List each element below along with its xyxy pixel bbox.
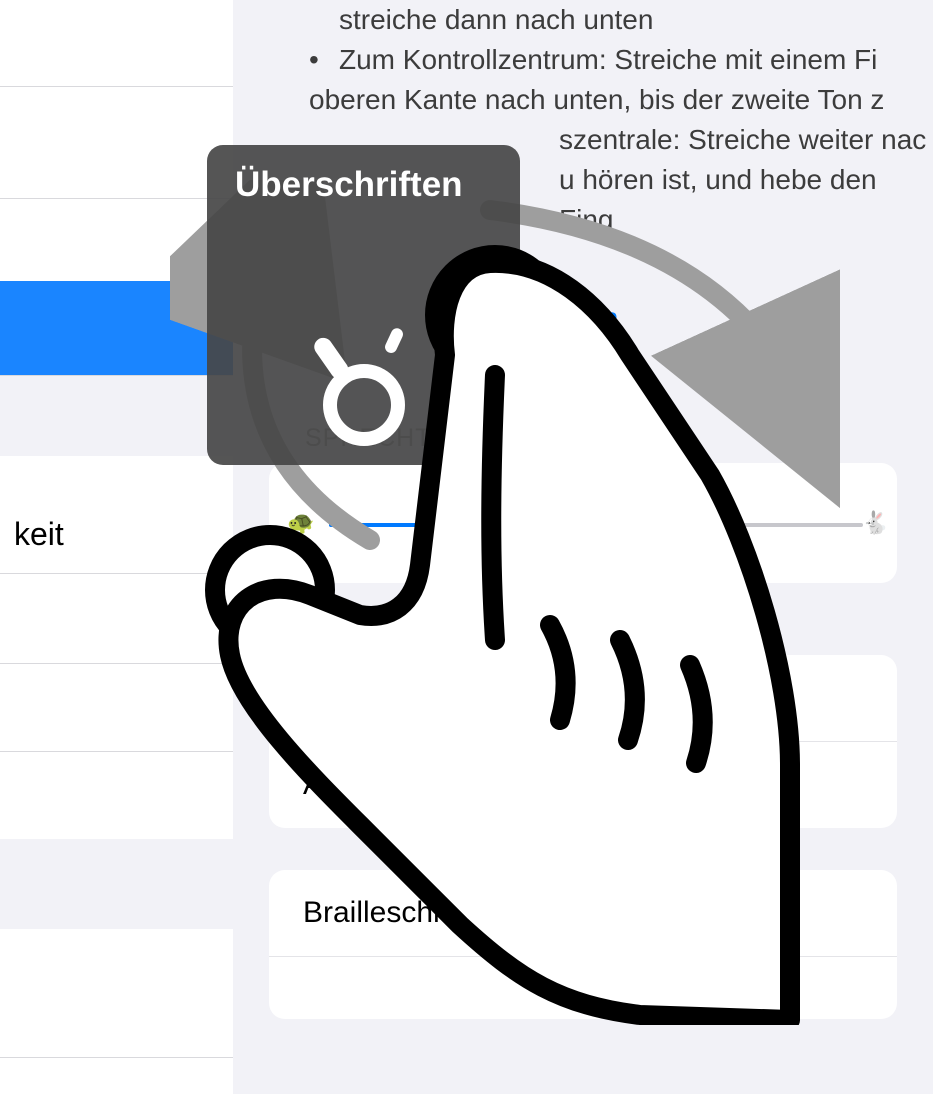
description-bullet: • Zum Kontrollzentrum: Streiche mit eine… bbox=[309, 40, 933, 80]
description-line: szentrale: Streiche weiter nac bbox=[559, 120, 933, 160]
sidebar-item[interactable] bbox=[0, 929, 233, 1058]
sidebar-item[interactable]: keit bbox=[0, 456, 233, 574]
sidebar-gap bbox=[0, 839, 233, 929]
sidebar-item[interactable] bbox=[0, 663, 233, 752]
sidebar: keit bbox=[0, 0, 233, 1094]
settings-card: Brailleschrift bbox=[269, 870, 897, 1019]
rotor-dial-icon bbox=[274, 295, 454, 475]
sidebar-item[interactable] bbox=[0, 0, 233, 87]
sidebar-item[interactable] bbox=[0, 198, 233, 282]
speaking-rate-slider-card: 🐢 🐇 bbox=[269, 463, 897, 583]
description-line: oberen Kante nach unten, bis der zweite … bbox=[309, 80, 933, 120]
hare-icon: 🐇 bbox=[862, 510, 889, 536]
sidebar-item[interactable] bbox=[0, 1057, 233, 1094]
tortoise-icon: 🐢 bbox=[287, 510, 314, 536]
rotor-tooltip: Überschriften bbox=[207, 145, 520, 465]
slider-fill bbox=[329, 523, 628, 527]
sidebar-item[interactable] bbox=[0, 574, 233, 664]
more-info-link[interactable]: ungen bbox=[485, 284, 933, 354]
sidebar-item[interactable] bbox=[0, 751, 233, 840]
settings-card: Sprac Ausführlichk bbox=[269, 655, 897, 828]
row-ausfuehrlichkeit[interactable]: Ausführlichk bbox=[269, 742, 897, 828]
settings-screen: keit streiche dann nach unten • Zum Kont… bbox=[0, 0, 933, 1094]
slider-thumb[interactable] bbox=[602, 497, 654, 549]
description-line: streiche dann nach unten bbox=[339, 0, 933, 40]
description-line: u hören ist, und hebe den Fing bbox=[559, 160, 933, 240]
row-brailleschrift[interactable]: Brailleschrift bbox=[269, 870, 897, 957]
rotor-title: Überschriften bbox=[207, 145, 520, 213]
sidebar-item[interactable] bbox=[0, 86, 233, 199]
sidebar-gap bbox=[0, 376, 233, 456]
sidebar-item-selected[interactable] bbox=[0, 281, 233, 376]
row-sprachausgabe[interactable]: Sprac bbox=[269, 655, 897, 742]
row-next[interactable] bbox=[269, 957, 897, 1019]
sidebar-item-label: keit bbox=[14, 516, 64, 553]
